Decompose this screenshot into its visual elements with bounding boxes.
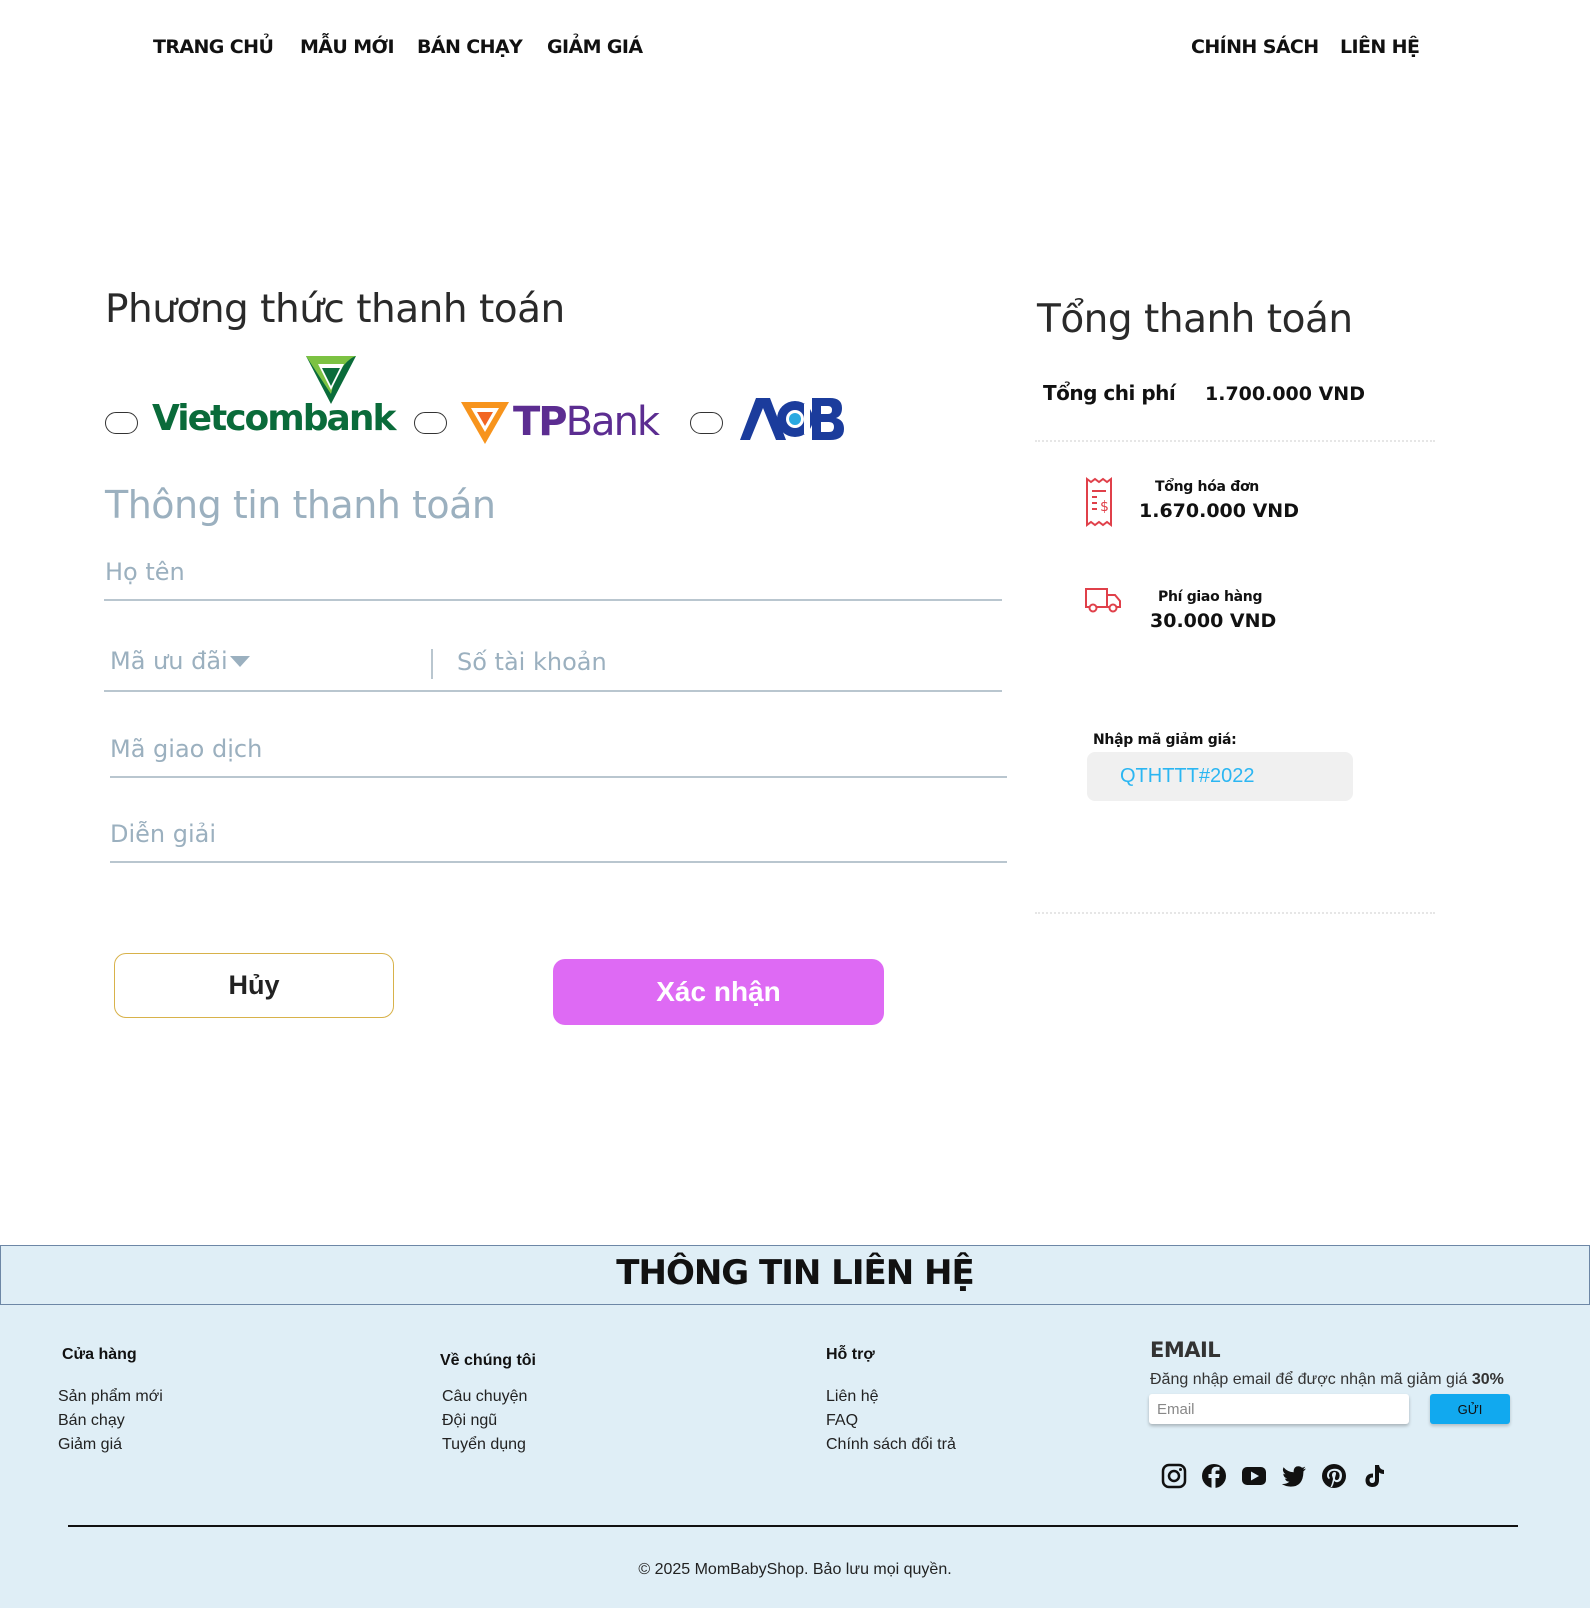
copyright-text: © 2025 MomBabyShop. Bảo lưu mọi quyền. xyxy=(638,1561,952,1578)
chevron-down-icon[interactable] xyxy=(230,656,250,667)
facebook-icon[interactable] xyxy=(1200,1462,1228,1490)
footer-link-faq[interactable]: FAQ xyxy=(826,1412,858,1430)
footer-link-return-policy[interactable]: Chính sách đổi trả xyxy=(826,1436,956,1454)
youtube-icon[interactable] xyxy=(1240,1462,1268,1490)
coupon-input[interactable]: QTHTTT#2022 xyxy=(1087,752,1353,801)
footer-store-heading: Cửa hàng xyxy=(62,1346,137,1363)
summary-divider-top xyxy=(1035,440,1435,442)
total-cost-value: 1.700.000 VND xyxy=(1205,383,1365,405)
radio-vietcombank[interactable] xyxy=(105,412,138,434)
footer-title: THÔNG TIN LIÊN HỆ xyxy=(616,1253,974,1293)
truck-icon xyxy=(1085,588,1121,613)
instagram-icon[interactable] xyxy=(1160,1462,1188,1490)
nav-bestseller[interactable]: BÁN CHẠY xyxy=(417,36,523,58)
summary-divider-bottom xyxy=(1035,912,1435,914)
footer-link-story[interactable]: Câu chuyện xyxy=(442,1388,527,1406)
transaction-code-input[interactable]: Mã giao dịch xyxy=(110,735,262,763)
confirm-button[interactable]: Xác nhận xyxy=(553,959,884,1025)
account-number-input[interactable]: Số tài khoản xyxy=(457,648,607,676)
footer-link-bestseller[interactable]: Bán chạy xyxy=(58,1412,125,1430)
svg-text:$: $ xyxy=(1100,499,1109,515)
invoice-total-label: Tổng hóa đơn xyxy=(1155,479,1259,495)
payment-info-title: Thông tin thanh toán xyxy=(105,483,496,527)
footer-link-sale[interactable]: Giảm giá xyxy=(58,1436,122,1454)
footer-about-heading: Về chúng tôi xyxy=(440,1352,536,1369)
footer-link-team[interactable]: Đội ngũ xyxy=(442,1412,497,1430)
note-underline xyxy=(110,861,1007,863)
total-payment-title: Tổng thanh toán xyxy=(1037,297,1353,342)
fullname-input[interactable]: Họ tên xyxy=(105,558,185,586)
nav-contact[interactable]: LIÊN HỆ xyxy=(1340,36,1420,58)
payment-method-title: Phương thức thanh toán xyxy=(105,287,565,332)
vietcombank-label: Vietcombank xyxy=(152,398,396,439)
coupon-label: Nhập mã giảm giá: xyxy=(1093,732,1237,748)
footer-link-contact[interactable]: Liên hệ xyxy=(826,1388,879,1406)
field-separator xyxy=(431,649,433,679)
radio-acb[interactable] xyxy=(690,412,723,434)
email-input[interactable] xyxy=(1149,1394,1409,1424)
coupon-value: QTHTTT#2022 xyxy=(1120,765,1255,787)
footer-link-new-products[interactable]: Sản phẩm mới xyxy=(58,1388,163,1406)
nav-home[interactable]: TRANG CHỦ xyxy=(153,36,274,58)
pinterest-icon[interactable] xyxy=(1320,1462,1348,1490)
footer-support-heading: Hỗ trợ xyxy=(826,1346,875,1363)
send-email-button[interactable]: GỬI xyxy=(1430,1394,1510,1424)
footer-link-careers[interactable]: Tuyển dụng xyxy=(442,1436,526,1454)
tpbank-logo: TPBank xyxy=(461,398,661,446)
fullname-underline xyxy=(104,599,1002,601)
acb-logo xyxy=(740,396,844,444)
shipping-fee-label: Phí giao hàng xyxy=(1158,589,1263,605)
nav-policy[interactable]: CHÍNH SÁCH xyxy=(1191,36,1319,58)
tiktok-icon[interactable] xyxy=(1360,1462,1388,1490)
footer-email-desc: Đăng nhập email để được nhận mã giảm giá… xyxy=(1150,1371,1504,1388)
transaction-underline xyxy=(110,776,1007,778)
invoice-total-value: 1.670.000 VND xyxy=(1139,500,1299,522)
cancel-button[interactable]: Hủy xyxy=(114,953,394,1018)
shipping-fee-value: 30.000 VND xyxy=(1150,610,1277,632)
note-input[interactable]: Diễn giải xyxy=(110,820,216,848)
radio-tpbank[interactable] xyxy=(414,412,447,434)
promo-account-underline xyxy=(104,690,1002,692)
promo-select[interactable]: Mã ưu đãi xyxy=(110,647,228,675)
vietcombank-logo: Vietcombank xyxy=(152,356,396,440)
receipt-icon: $ xyxy=(1086,477,1112,527)
footer-divider xyxy=(68,1525,1518,1527)
footer-email-heading: EMAIL xyxy=(1150,1338,1221,1362)
twitter-icon[interactable] xyxy=(1280,1462,1308,1490)
nav-sale[interactable]: GIẢM GIÁ xyxy=(547,36,643,58)
total-cost-label: Tổng chi phí xyxy=(1043,381,1176,405)
nav-new[interactable]: MẪU MỚI xyxy=(300,36,395,58)
